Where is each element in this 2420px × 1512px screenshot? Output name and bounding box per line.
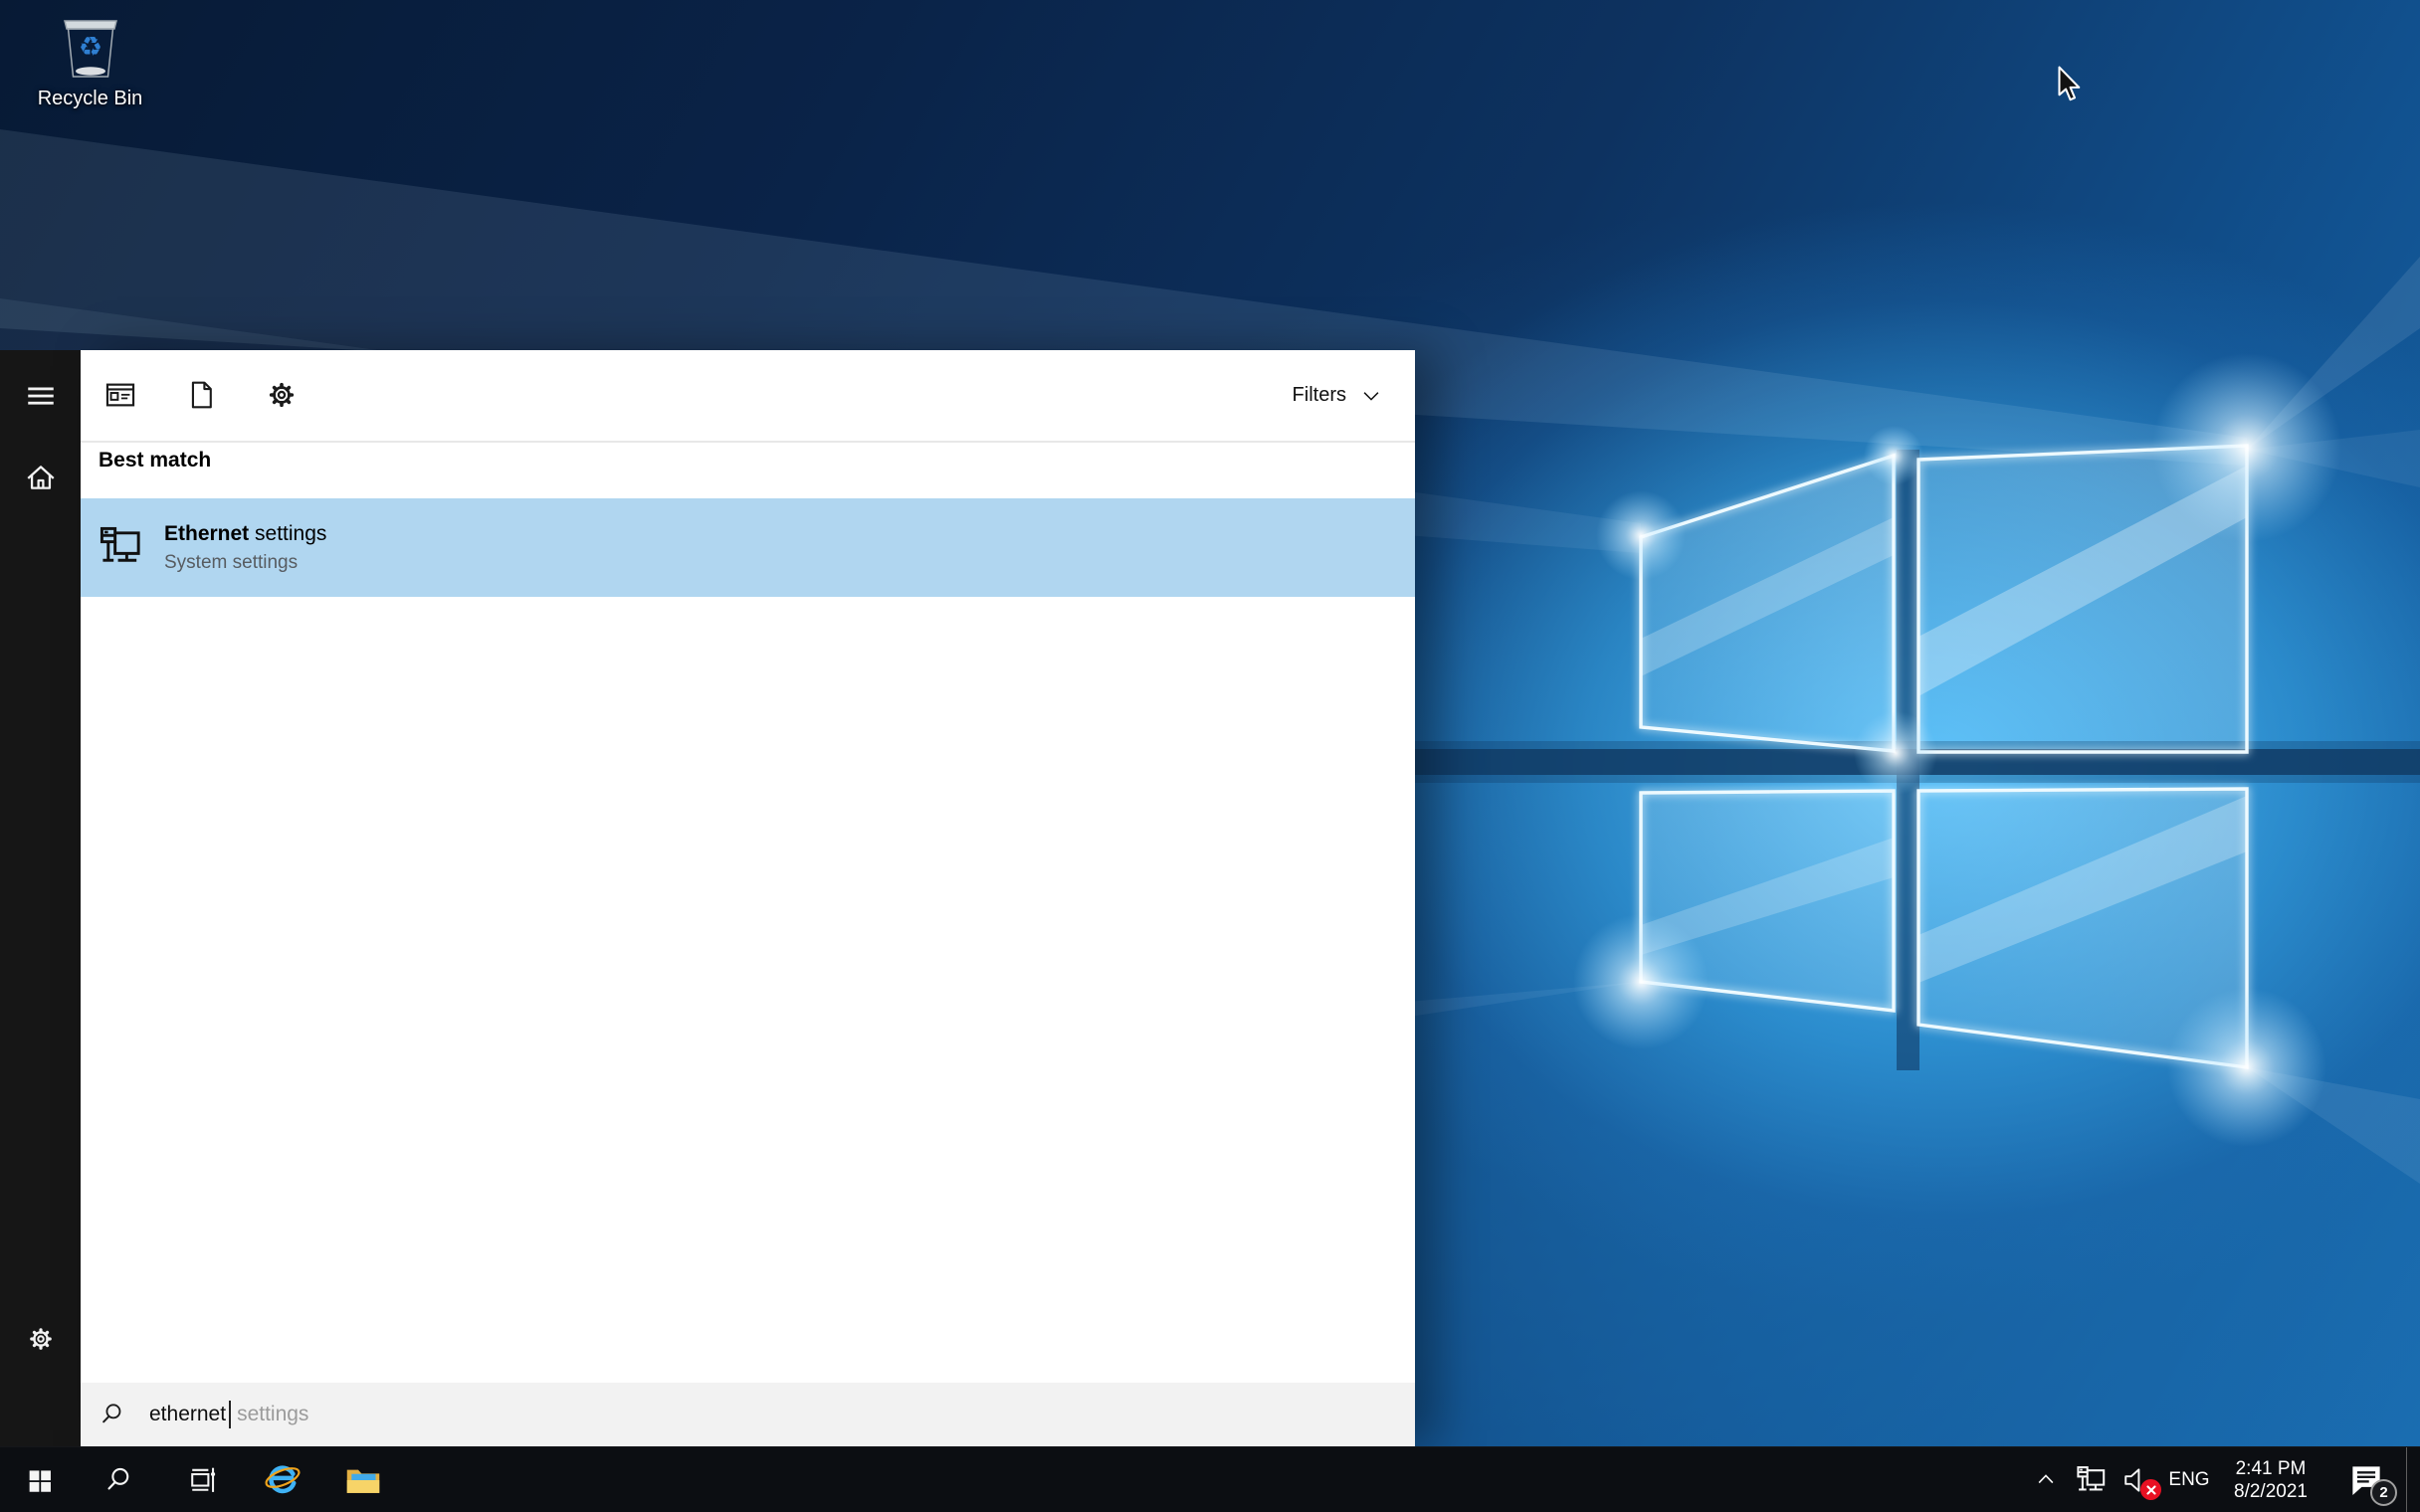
file-explorer-icon — [343, 1460, 383, 1500]
desktop[interactable]: Recycle Bin Filters Best match Ethernet … — [0, 0, 2420, 1512]
file-explorer-button[interactable] — [322, 1447, 403, 1512]
network-tray-button[interactable] — [2068, 1447, 2116, 1512]
apps-icon — [102, 377, 138, 413]
volume-tray-button[interactable] — [2116, 1447, 2163, 1512]
tray-overflow-button[interactable] — [2024, 1447, 2068, 1512]
tab-documents[interactable] — [177, 371, 225, 419]
section-header-best-match: Best match — [99, 449, 212, 472]
result-title-regular: settings — [249, 521, 327, 545]
task-view-button[interactable] — [161, 1447, 242, 1512]
mouse-cursor — [2058, 66, 2081, 101]
chevron-down-icon — [1359, 384, 1383, 408]
top-bar-divider — [81, 441, 1415, 443]
ethernet-monitor-icon — [99, 524, 145, 571]
rail-settings-button[interactable] — [0, 1303, 81, 1375]
notification-count-badge: 2 — [2370, 1479, 2397, 1506]
taskbar: ENG 2:41 PM 8/2/2021 2 — [0, 1446, 2420, 1512]
chevron-up-icon — [2033, 1467, 2059, 1493]
filters-button[interactable]: Filters — [1287, 350, 1389, 441]
system-tray: ENG 2:41 PM 8/2/2021 2 — [2024, 1447, 2420, 1512]
home-button[interactable] — [0, 442, 81, 513]
tab-settings[interactable] — [258, 371, 305, 419]
windows-start-icon — [25, 1465, 56, 1496]
internet-explorer-button[interactable] — [242, 1447, 322, 1512]
search-icon — [101, 1401, 128, 1428]
result-title: Ethernet settings — [164, 521, 326, 546]
show-desktop-button[interactable] — [2406, 1447, 2420, 1512]
text-caret — [229, 1401, 232, 1428]
taskbar-clock[interactable]: 2:41 PM 8/2/2021 — [2215, 1447, 2326, 1512]
recycle-bin-label: Recycle Bin — [37, 88, 143, 109]
tab-apps[interactable] — [97, 371, 144, 419]
recycle-bin[interactable]: Recycle Bin — [18, 8, 162, 110]
volume-muted-icon — [2121, 1460, 2161, 1500]
document-icon — [184, 378, 218, 412]
home-icon — [24, 461, 58, 494]
taskbar-search-button[interactable] — [81, 1447, 161, 1512]
filters-label: Filters — [1292, 384, 1346, 406]
result-ethernet-settings[interactable]: Ethernet settings System settings — [81, 498, 1415, 597]
search-suggestion-text: settings — [237, 1403, 309, 1425]
result-title-bold: Ethernet — [164, 521, 250, 545]
result-text: Ethernet settings System settings — [164, 521, 326, 574]
gear-icon — [264, 377, 300, 413]
clock-date: 8/2/2021 — [2234, 1481, 2308, 1502]
internet-explorer-icon — [263, 1460, 302, 1500]
task-view-icon — [185, 1463, 219, 1497]
menu-button[interactable] — [0, 360, 81, 432]
recycle-bin-icon — [54, 8, 127, 86]
search-flyout-rail — [0, 350, 81, 1446]
volume-error-badge — [2140, 1479, 2161, 1500]
search-input[interactable]: ethernet settings — [81, 1383, 1415, 1446]
search-typed-text: ethernet — [149, 1403, 227, 1425]
clock-time: 2:41 PM — [2235, 1458, 2307, 1479]
search-flyout: Filters Best match Ethernet settings Sys… — [0, 350, 1415, 1446]
language-indicator[interactable]: ENG — [2163, 1447, 2215, 1512]
action-center-button[interactable]: 2 — [2326, 1447, 2406, 1512]
search-panel-top-bar: Filters — [81, 350, 1415, 441]
ethernet-network-icon — [2076, 1464, 2109, 1497]
language-label: ENG — [2168, 1469, 2210, 1490]
hamburger-icon — [24, 379, 58, 413]
search-panel: Filters Best match Ethernet settings Sys… — [81, 350, 1415, 1446]
search-icon — [105, 1464, 137, 1496]
result-subtitle: System settings — [164, 552, 299, 574]
gear-icon — [25, 1323, 57, 1355]
start-button[interactable] — [0, 1447, 81, 1512]
